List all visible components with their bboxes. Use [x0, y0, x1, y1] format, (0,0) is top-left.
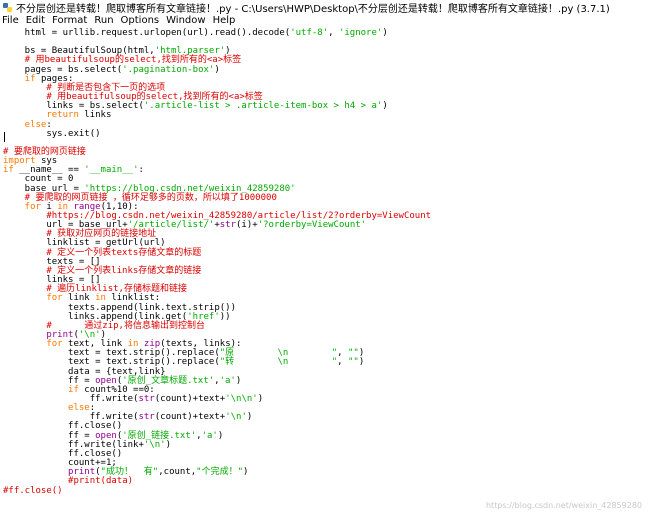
code-line: html = urllib.request.urlopen(url).read(…	[3, 27, 388, 39]
code-token: 'a'	[201, 430, 218, 441]
code-token: )	[358, 357, 365, 368]
menu-run[interactable]: Run	[94, 15, 113, 26]
code-token: 'utf-8'	[290, 28, 329, 38]
code-token: )	[214, 64, 220, 75]
code-token: )	[243, 467, 249, 478]
code-token: str	[219, 220, 237, 231]
code-token: '\n'	[143, 439, 166, 450]
code-token: )	[382, 101, 388, 112]
menu-bar: File Edit Format Run Options Window Help	[0, 14, 650, 27]
code-line: #ff.close()	[3, 485, 63, 497]
code-token: "转 \n "	[219, 357, 338, 368]
idle-editor-window: 不分层创还是转载！爬取博客所有文章链接！.py - C:\Users\HWP\D…	[0, 0, 650, 513]
code-token: str	[138, 412, 155, 423]
code-token: #ff.close()	[3, 485, 63, 496]
code-line: sys.exit()	[3, 128, 101, 140]
code-token: '__main__'	[84, 165, 139, 176]
code-token: )	[257, 394, 264, 404]
window-title: 不分层创还是转载！爬取博客所有文章链接！.py - C:\Users\HWP\D…	[16, 3, 610, 15]
menu-edit[interactable]: Edit	[26, 15, 45, 26]
python-icon	[3, 2, 12, 12]
code-token: '.article-list > .article-item-box > h4 …	[143, 101, 383, 112]
code-editor[interactable]: html = urllib.request.urlopen(url).read(…	[0, 27, 650, 513]
code-token: (count)+text+	[154, 412, 226, 423]
code-token: "个完成！"	[196, 467, 244, 478]
code-token: ,count,	[158, 467, 197, 478]
code-token: '\n'	[225, 412, 247, 423]
code-token: str	[138, 394, 155, 404]
code-token: (i)+	[236, 220, 258, 231]
code-token: )	[246, 412, 253, 423]
code-token: ,	[328, 28, 339, 38]
code-token: sys.exit()	[3, 128, 101, 139]
code-token: )	[382, 28, 388, 38]
title-bar: 不分层创还是转载！爬取博客所有文章链接！.py - C:\Users\HWP\D…	[0, 0, 650, 14]
code-token: )	[217, 430, 224, 441]
code-token: '\n\n'	[225, 394, 258, 404]
code-token: 'a'	[219, 375, 236, 386]
code-token: links	[84, 110, 112, 121]
code-token: html = urllib.request.urlopen(url).read(…	[3, 28, 291, 38]
menu-format[interactable]: Format	[52, 15, 87, 26]
menu-file[interactable]: File	[2, 15, 19, 26]
menu-options[interactable]: Options	[121, 15, 160, 26]
code-token: ""	[347, 357, 359, 368]
menu-help[interactable]: Help	[213, 15, 236, 26]
code-token: '.pagination-box'	[122, 64, 215, 75]
menu-window[interactable]: Window	[166, 15, 205, 26]
code-token: )	[165, 439, 171, 450]
code-token: 'ignore'	[338, 28, 383, 38]
code-token: ))	[219, 311, 231, 322]
code-token: ,	[337, 357, 348, 368]
code-token: (count)+text+	[154, 394, 226, 404]
code-token: :	[138, 165, 144, 176]
code-token: )	[235, 375, 242, 386]
watermark-text: https://blog.csdn.net/weixin_42859280	[485, 501, 642, 510]
code-token: '?orderby=ViewCount'	[257, 220, 367, 231]
